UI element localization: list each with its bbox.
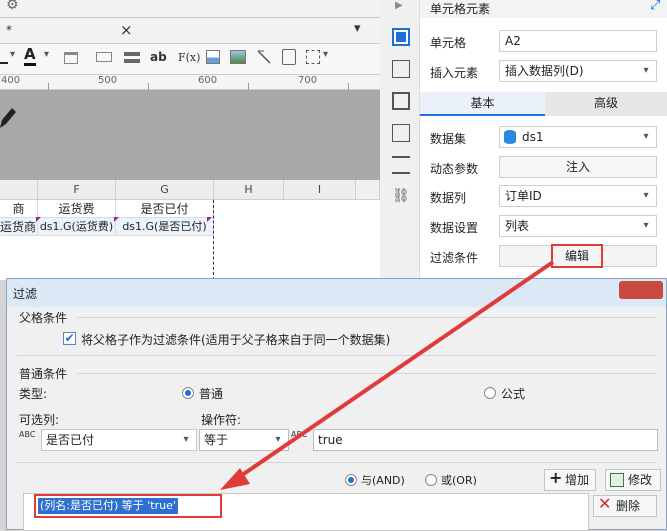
annotation-arrow — [220, 260, 555, 490]
